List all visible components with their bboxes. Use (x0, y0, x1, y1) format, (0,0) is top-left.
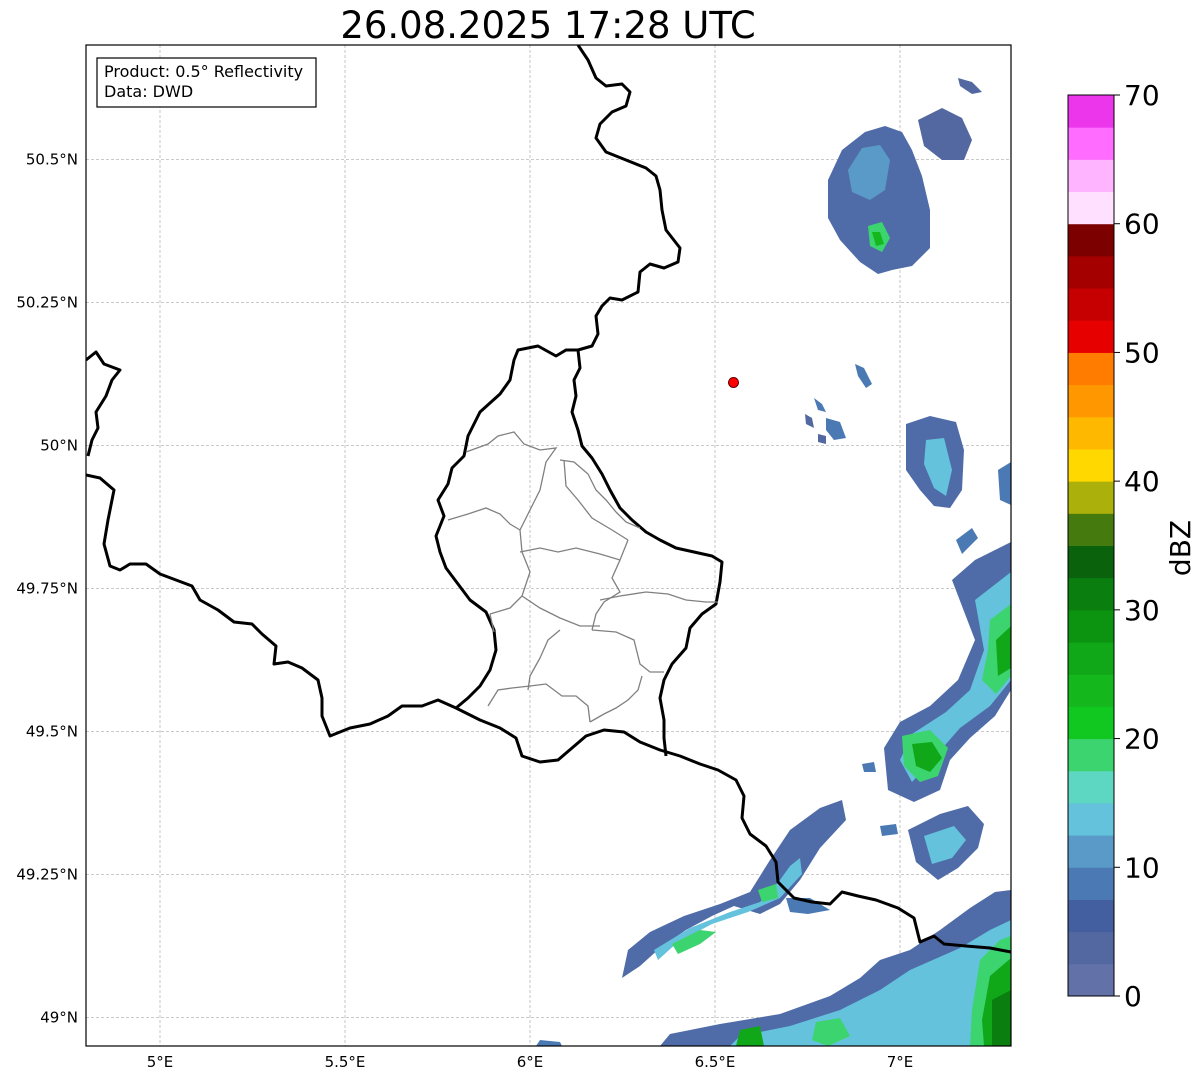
colorbar-tick-label: 0 (1124, 980, 1142, 1013)
colorbar-swatch (1068, 416, 1114, 450)
colorbar-swatch (1068, 159, 1114, 193)
radar-map-figure: Product: 0.5° Reflectivity Data: DWD 5°E… (16, 44, 1197, 1071)
colorbar-unit-label: dBZ (1164, 520, 1197, 576)
y-tick-label: 49.75°N (16, 579, 78, 597)
x-tick-label: 7°E (887, 1053, 914, 1071)
colorbar-swatch (1068, 738, 1114, 772)
info-data-text: Data: DWD (104, 82, 193, 101)
info-box: Product: 0.5° Reflectivity Data: DWD (96, 57, 317, 108)
colorbar-swatch (1068, 127, 1114, 160)
colorbar-swatch (1068, 770, 1114, 804)
info-product-text: Product: 0.5° Reflectivity (104, 62, 303, 81)
echo-cell (880, 824, 898, 836)
colorbar-swatch (1068, 642, 1114, 675)
colorbar: 0 10 20 30 40 50 60 70 dBZ (1067, 79, 1197, 1013)
y-axis-ticks: 50.5°N 50.25°N 50°N 49.75°N 49.5°N 49.25°N 49°… (16, 150, 78, 1026)
colorbar-tick-label: 70 (1124, 79, 1160, 112)
colorbar-swatch (1068, 609, 1114, 643)
x-tick-label: 6.5°E (695, 1053, 736, 1071)
colorbar-tick-label: 10 (1124, 851, 1160, 884)
colorbar-swatch (1068, 899, 1114, 933)
y-tick-label: 50.25°N (16, 293, 78, 311)
colorbar-ticks: 0 10 20 30 40 50 60 70 (1114, 79, 1160, 1013)
y-tick-label: 49.25°N (16, 865, 78, 883)
colorbar-swatch (1068, 513, 1114, 546)
y-tick-label: 50°N (40, 436, 78, 454)
colorbar-tick-label: 60 (1124, 208, 1160, 241)
colorbar-swatch (1068, 802, 1114, 836)
colorbar-swatch (1068, 384, 1114, 418)
colorbar-swatch (1068, 191, 1114, 225)
colorbar-swatch (1068, 255, 1114, 289)
x-tick-label: 6°E (517, 1053, 544, 1071)
map-plot-area: Product: 0.5° Reflectivity Data: DWD (85, 44, 1012, 1047)
x-axis-ticks: 5°E 5.5°E 6°E 6.5°E 7°E (147, 1053, 914, 1071)
y-tick-label: 49°N (40, 1008, 78, 1026)
colorbar-swatch (1068, 867, 1114, 900)
colorbar-swatch (1068, 963, 1114, 997)
colorbar-tick-label: 50 (1124, 336, 1160, 369)
colorbar-tick-label: 40 (1124, 465, 1160, 498)
colorbar-swatch (1068, 352, 1114, 386)
colorbar-swatch (1068, 481, 1114, 514)
colorbar-tick-label: 20 (1124, 723, 1160, 756)
x-tick-label: 5°E (147, 1053, 174, 1071)
colorbar-tick-label: 30 (1124, 594, 1160, 627)
colorbar-swatches (1068, 95, 1114, 997)
colorbar-swatch (1068, 95, 1114, 128)
y-tick-label: 50.5°N (26, 150, 78, 168)
colorbar-swatch (1068, 288, 1114, 321)
y-tick-label: 49.5°N (26, 722, 78, 740)
colorbar-swatch (1068, 835, 1114, 868)
x-tick-label: 5.5°E (325, 1053, 366, 1071)
colorbar-swatch (1068, 931, 1114, 965)
radar-site-marker (728, 376, 739, 388)
colorbar-swatch (1068, 320, 1114, 353)
colorbar-swatch (1068, 223, 1114, 257)
colorbar-swatch (1068, 545, 1114, 579)
colorbar-swatch (1068, 706, 1114, 740)
colorbar-swatch (1068, 448, 1114, 482)
colorbar-swatch (1068, 577, 1114, 611)
colorbar-swatch (1068, 674, 1114, 707)
